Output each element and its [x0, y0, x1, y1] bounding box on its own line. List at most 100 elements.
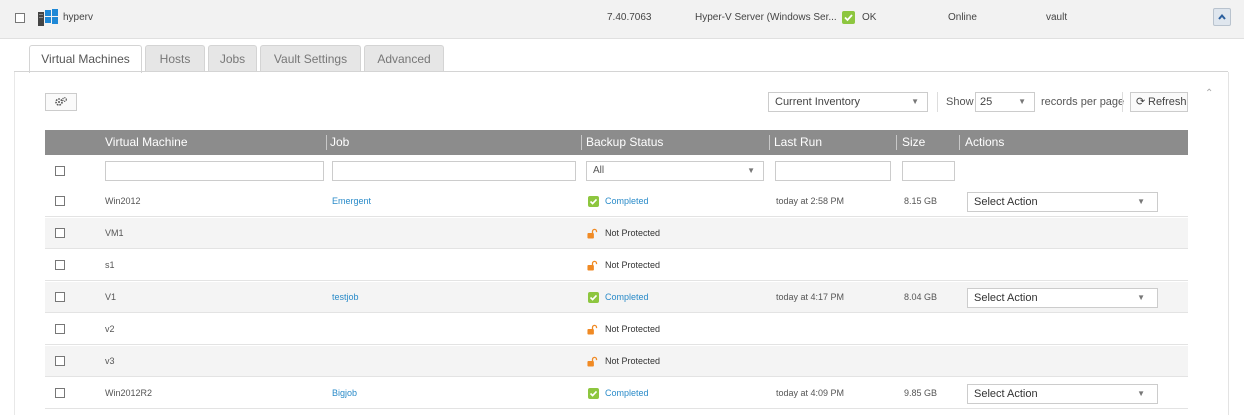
chevron-down-icon: ▼ — [1137, 293, 1145, 302]
header-size[interactable]: Size — [902, 130, 925, 155]
chevron-up-icon — [1218, 13, 1226, 20]
vm-filter-input[interactable] — [105, 161, 324, 181]
filter-row: All ▼ — [45, 155, 1188, 187]
header-job[interactable]: Job — [330, 130, 349, 155]
last-run: today at 4:17 PM — [776, 292, 845, 302]
host-status: OK — [862, 12, 877, 23]
check-icon — [842, 11, 855, 24]
toolbar-divider — [1122, 92, 1123, 112]
page-size-select[interactable]: 25 ▼ — [975, 92, 1035, 112]
tab-jobs[interactable]: Jobs — [208, 45, 257, 71]
action-select[interactable]: Select Action ▼ — [967, 288, 1158, 308]
refresh-button[interactable]: ⟳ Refresh — [1130, 92, 1188, 112]
status-filter-select[interactable]: All ▼ — [586, 161, 764, 181]
host-name[interactable]: hyperv — [63, 12, 93, 23]
row-checkbox[interactable] — [55, 260, 65, 270]
last-run-filter-input[interactable] — [775, 161, 891, 181]
backup-status[interactable]: Completed — [605, 378, 649, 409]
header-backup-status[interactable]: Backup Status — [586, 130, 663, 155]
check-icon — [588, 196, 599, 207]
settings-button[interactable] — [45, 93, 77, 111]
chevron-down-icon: ▼ — [1018, 97, 1026, 106]
records-per-page-label: records per page — [1041, 96, 1125, 108]
table-row[interactable]: Win2012 Emergent Completed today at 2:58… — [45, 186, 1188, 217]
row-checkbox[interactable] — [55, 388, 65, 398]
row-checkbox[interactable] — [55, 324, 65, 334]
row-checkbox[interactable] — [55, 292, 65, 302]
tab-hosts[interactable]: Hosts — [145, 45, 205, 71]
action-select-value: Select Action — [974, 388, 1038, 400]
host-row[interactable]: hyperv 7.40.7063 Hyper-V Server (Windows… — [0, 0, 1244, 39]
vm-name: V1 — [105, 292, 117, 302]
tab-vault-settings[interactable]: Vault Settings — [260, 45, 361, 71]
row-checkbox[interactable] — [55, 196, 65, 206]
chevron-down-icon: ▼ — [747, 166, 755, 175]
host-type: Hyper-V Server (Windows Ser... — [695, 12, 837, 23]
tab-virtual-machines[interactable]: Virtual Machines — [29, 45, 142, 73]
collapse-button[interactable] — [1213, 8, 1231, 26]
backup-status: Not Protected — [605, 356, 661, 366]
host-vault: vault — [1046, 12, 1068, 23]
unlock-icon — [587, 228, 598, 239]
action-select-value: Select Action — [974, 292, 1038, 304]
host-version: 7.40.7063 — [607, 12, 652, 23]
header-actions: Actions — [965, 135, 1005, 149]
backup-status[interactable]: Completed — [605, 282, 649, 313]
vm-name: v2 — [105, 324, 115, 334]
check-icon — [588, 388, 599, 399]
status-filter-value: All — [593, 165, 605, 176]
size-filter-input[interactable] — [902, 161, 955, 181]
scroll-up-icon[interactable]: ⌃ — [1205, 88, 1213, 99]
refresh-icon: ⟳ — [1136, 96, 1146, 108]
scrollbar-track[interactable] — [1228, 72, 1229, 415]
row-checkbox[interactable] — [55, 228, 65, 238]
header-virtual-machine[interactable]: Virtual Machine — [105, 130, 188, 155]
table-row[interactable]: s1 Not Protected — [45, 250, 1188, 281]
toolbar-divider — [937, 92, 938, 112]
table-row[interactable]: v3 Not Protected — [45, 346, 1188, 377]
vm-name: s1 — [105, 260, 115, 270]
action-select[interactable]: Select Action ▼ — [967, 384, 1158, 404]
vm-name: Win2012R2 — [105, 388, 153, 398]
tab-advanced[interactable]: Advanced — [364, 45, 444, 71]
vm-name: v3 — [105, 356, 115, 366]
action-select[interactable]: Select Action ▼ — [967, 192, 1158, 212]
table-row[interactable]: v2 Not Protected — [45, 314, 1188, 345]
panel-left-border — [14, 72, 15, 415]
select-all-checkbox[interactable] — [55, 166, 65, 176]
table-row[interactable]: VM1 Not Protected — [45, 218, 1188, 249]
windows-server-icon — [38, 9, 58, 26]
host-checkbox[interactable] — [15, 13, 25, 23]
job-link[interactable]: Emergent — [332, 186, 371, 217]
row-checkbox[interactable] — [55, 356, 65, 366]
last-run: today at 4:09 PM — [776, 388, 845, 398]
backup-status: Not Protected — [605, 228, 661, 238]
header-divider — [896, 135, 897, 150]
table-row[interactable]: V1 testjob Completed today at 4:17 PM 8.… — [45, 282, 1188, 313]
job-filter-input[interactable] — [332, 161, 576, 181]
inventory-select[interactable]: Current Inventory ▼ — [768, 92, 928, 112]
last-run: today at 2:58 PM — [776, 196, 845, 206]
chevron-down-icon: ▼ — [1137, 389, 1145, 398]
vm-name: Win2012 — [105, 196, 141, 206]
page-size-value: 25 — [980, 96, 993, 108]
vm-size: 8.15 GB — [904, 196, 938, 206]
vm-size: 9.85 GB — [904, 388, 938, 398]
check-icon — [588, 292, 599, 303]
backup-status[interactable]: Completed — [605, 186, 649, 217]
header-last-run[interactable]: Last Run — [774, 130, 822, 155]
header-divider — [326, 135, 327, 150]
job-link[interactable]: testjob — [332, 282, 359, 313]
show-label: Show — [946, 96, 974, 108]
chevron-down-icon: ▼ — [1137, 197, 1145, 206]
table-row[interactable]: Win2012R2 Bigjob Completed today at 4:09… — [45, 378, 1188, 409]
table-header: Virtual Machine Job Backup Status Last R… — [45, 130, 1188, 155]
backup-status: Not Protected — [605, 324, 661, 334]
header-divider — [581, 135, 582, 150]
job-link[interactable]: Bigjob — [332, 378, 357, 409]
vm-name: VM1 — [105, 228, 124, 238]
action-select-value: Select Action — [974, 196, 1038, 208]
host-state: Online — [948, 12, 977, 23]
gears-icon — [55, 97, 67, 106]
chevron-down-icon: ▼ — [911, 97, 919, 106]
